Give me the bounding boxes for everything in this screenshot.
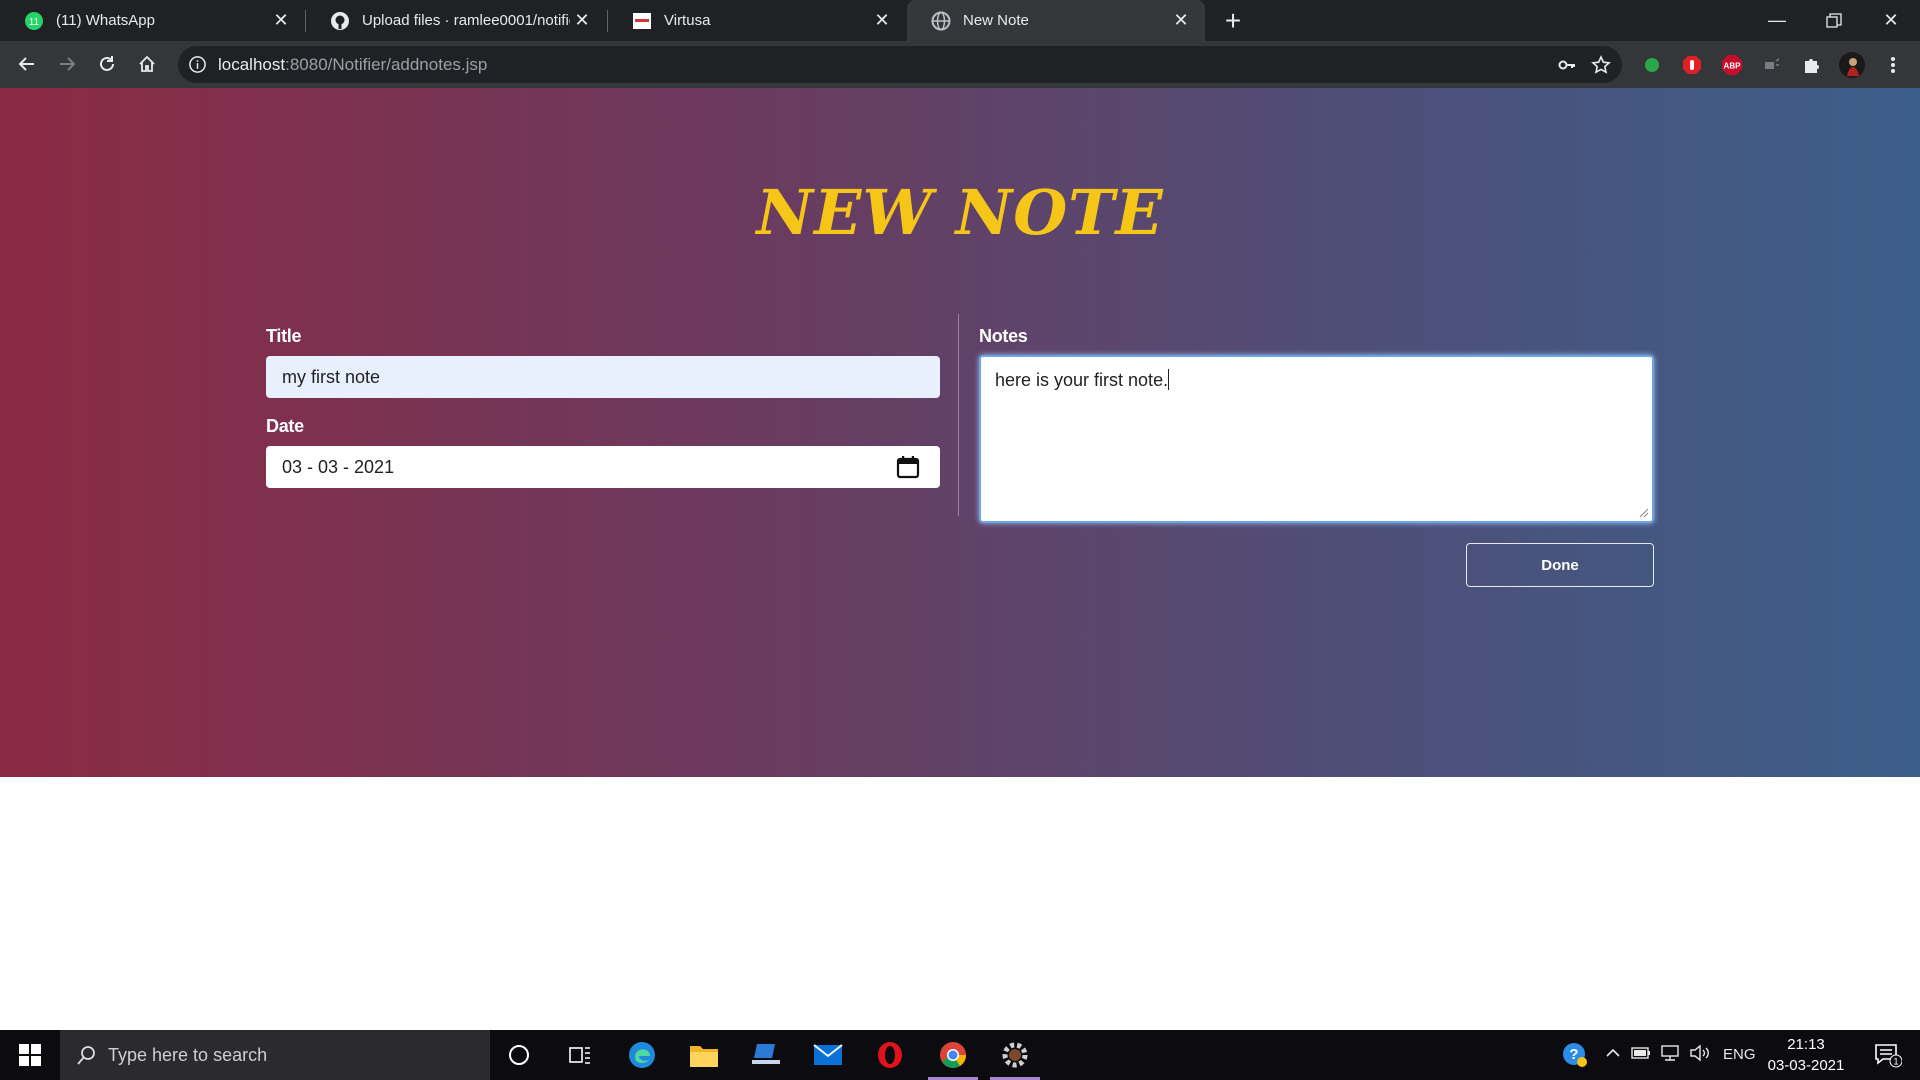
start-button[interactable] <box>0 1030 60 1080</box>
tab-whatsapp[interactable]: 11 (11) WhatsApp ✕ <box>0 0 305 41</box>
extension-muted-icon[interactable] <box>1759 52 1785 78</box>
close-tab-icon[interactable]: ✕ <box>1169 9 1193 33</box>
home-icon <box>139 55 155 72</box>
tab-virtusa[interactable]: Virtusa ✕ <box>608 0 906 41</box>
new-tab-button[interactable]: + <box>1218 5 1248 36</box>
column-divider <box>958 314 959 516</box>
task-view-icon <box>569 1047 590 1064</box>
home-button[interactable] <box>132 49 162 79</box>
battery-icon[interactable] <box>1631 1045 1651 1065</box>
title-input-value: my first note <box>282 366 381 387</box>
tab-github-upload[interactable]: Upload files · ramlee0001/notifie ✕ <box>306 0 606 41</box>
language-indicator[interactable]: ENG <box>1723 1046 1756 1063</box>
gear-icon <box>1002 1042 1028 1068</box>
page-title: NEW NOTE <box>756 176 1164 249</box>
chevron-up-icon[interactable] <box>1604 1044 1622 1066</box>
restore-icon <box>1826 12 1842 28</box>
taskbar-mail[interactable] <box>799 1035 857 1075</box>
tab-title: New Note <box>963 12 1029 29</box>
help-tray-icon[interactable]: ? <box>1553 1035 1597 1075</box>
date-input-value: 03 - 03 - 2021 <box>282 456 395 477</box>
notes-textarea[interactable]: here is your first note. <box>979 355 1654 523</box>
tab-title: Virtusa <box>664 12 711 29</box>
adblock-plus-icon[interactable]: ABP <box>1719 52 1745 78</box>
chrome-icon <box>940 1042 967 1068</box>
calendar-icon[interactable] <box>896 455 920 479</box>
laptop-app-icon <box>752 1044 780 1064</box>
network-icon[interactable] <box>1659 1044 1681 1066</box>
resize-grip-icon[interactable] <box>1639 508 1649 518</box>
taskbar-chrome[interactable] <box>924 1035 982 1080</box>
folder-icon <box>690 1046 718 1067</box>
taskbar-search-box[interactable]: Type here to search <box>60 1030 490 1080</box>
done-button[interactable]: Done <box>1466 543 1654 587</box>
tab-new-note[interactable]: New Note ✕ <box>907 0 1205 41</box>
star-icon[interactable] <box>1588 52 1614 78</box>
svg-text:?: ? <box>1569 1046 1578 1063</box>
search-placeholder: Type here to search <box>108 1044 268 1065</box>
close-tab-icon[interactable]: ✕ <box>269 9 293 33</box>
url-text: localhost:8080/Notifier/addnotes.jsp <box>218 55 488 74</box>
tab-title: (11) WhatsApp <box>56 12 155 29</box>
note-page: NEW NOTE Title my first note Date 03 - 0… <box>0 88 1920 777</box>
mail-icon <box>813 1044 843 1065</box>
address-bar[interactable]: localhost:8080/Notifier/addnotes.jsp <box>178 46 1622 83</box>
extension-green-dot-icon[interactable] <box>1639 52 1665 78</box>
clock-date: 03-03-2021 <box>1767 1057 1845 1074</box>
info-icon <box>189 56 206 73</box>
whatsapp-icon: 11 <box>24 11 44 31</box>
github-icon <box>330 11 350 31</box>
date-input[interactable]: 03 - 03 - 2021 <box>266 446 940 488</box>
browser-toolbar: localhost:8080/Notifier/addnotes.jsp ABP <box>0 41 1920 88</box>
date-label: Date <box>266 416 304 436</box>
edge-icon <box>629 1042 655 1068</box>
cortana-button[interactable] <box>490 1035 548 1075</box>
taskbar-opera[interactable] <box>861 1035 919 1075</box>
tab-title: Upload files · ramlee0001/notifie <box>362 12 570 29</box>
close-window-button[interactable]: ✕ <box>1862 0 1920 41</box>
taskbar-edge[interactable] <box>613 1035 671 1075</box>
notes-label: Notes <box>979 326 1028 346</box>
extension-stop-hand-icon[interactable] <box>1679 52 1705 78</box>
chrome-menu-icon[interactable] <box>1880 52 1906 78</box>
title-label: Title <box>266 326 302 346</box>
extensions-puzzle-icon[interactable] <box>1799 52 1825 78</box>
back-arrow-icon <box>18 57 34 71</box>
system-clock[interactable]: 21:13 03-03-2021 <box>1760 1034 1852 1076</box>
svg-text:11: 11 <box>29 17 40 28</box>
browser-tab-strip: 11 (11) WhatsApp ✕ Upload files · ramlee… <box>0 0 1920 41</box>
forward-button[interactable] <box>52 49 82 79</box>
virtusa-icon <box>632 11 652 31</box>
clock-time: 21:13 <box>1787 1036 1825 1053</box>
back-button[interactable] <box>12 49 42 79</box>
reload-button[interactable] <box>92 49 122 79</box>
svg-text:ABP: ABP <box>1724 62 1742 71</box>
taskbar-settings-app[interactable] <box>986 1035 1044 1080</box>
windows-taskbar: Type here to search ? ENG 21:13 03-03-20… <box>0 1030 1920 1080</box>
search-icon <box>77 1046 95 1065</box>
title-input[interactable]: my first note <box>266 356 940 398</box>
reload-icon <box>100 56 114 71</box>
opera-icon <box>878 1042 902 1068</box>
close-tab-icon[interactable]: ✕ <box>870 9 894 33</box>
windows-logo-icon <box>19 1044 41 1066</box>
forward-arrow-icon <box>60 57 76 71</box>
restore-button[interactable] <box>1805 0 1863 41</box>
taskbar-app-laptop[interactable] <box>737 1035 795 1075</box>
volume-icon[interactable] <box>1689 1044 1711 1066</box>
taskbar-file-explorer[interactable] <box>675 1035 733 1075</box>
globe-icon <box>931 11 951 31</box>
minimize-button[interactable]: — <box>1748 0 1806 41</box>
profile-avatar[interactable] <box>1839 52 1865 78</box>
svg-text:1: 1 <box>1893 1057 1898 1067</box>
close-tab-icon[interactable]: ✕ <box>570 9 594 33</box>
cortana-circle-icon <box>509 1045 529 1065</box>
notification-icon: 1 <box>1875 1044 1902 1068</box>
text-cursor <box>1168 369 1170 390</box>
notification-center-button[interactable]: 1 <box>1862 1035 1914 1075</box>
key-icon[interactable] <box>1554 52 1580 78</box>
task-view-button[interactable] <box>551 1035 609 1075</box>
notes-textarea-value: here is your first note. <box>995 370 1169 390</box>
